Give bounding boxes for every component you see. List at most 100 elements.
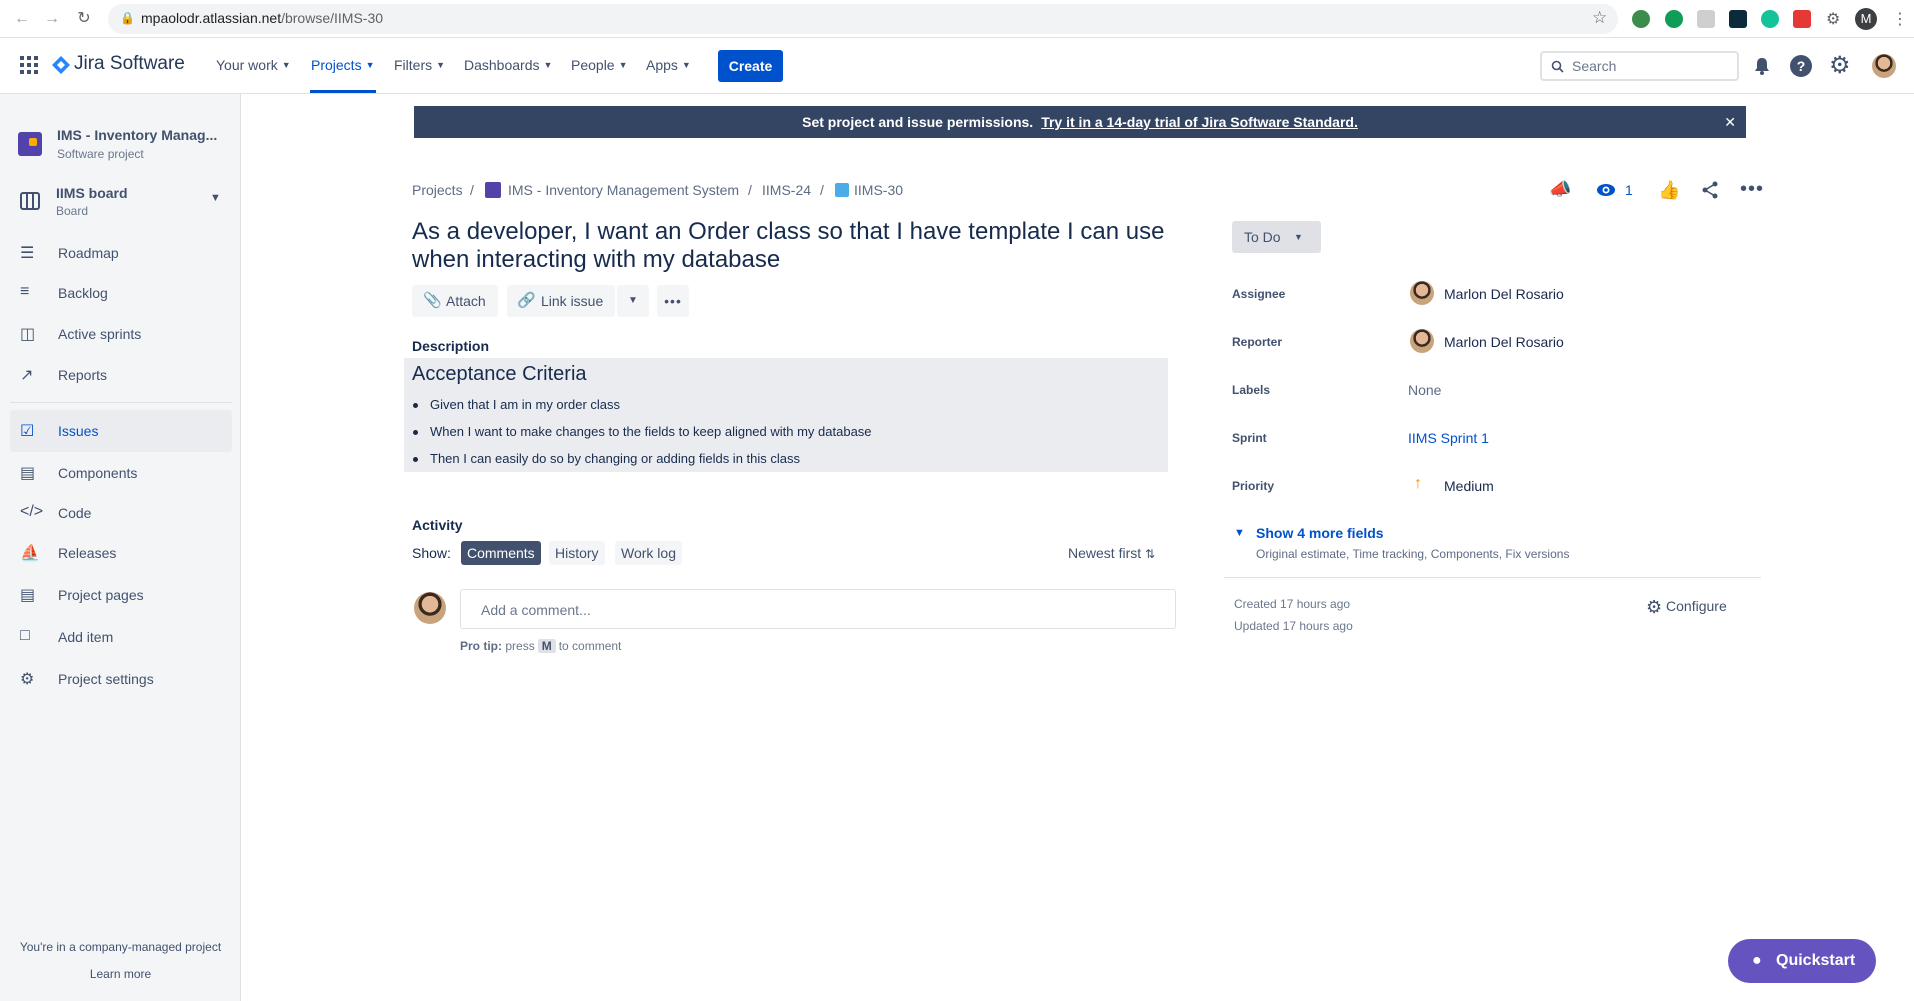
sidebar-item-label: Components <box>58 465 138 481</box>
description-content[interactable]: Acceptance Criteria Given that I am in m… <box>404 358 1168 472</box>
chevron-down-icon: ▼ <box>436 60 446 70</box>
vote-thumbs-up-icon[interactable]: 👍 <box>1658 180 1680 201</box>
link-issue-label: Link issue <box>541 293 604 309</box>
add-item-icon: □ <box>20 627 30 644</box>
create-button[interactable]: Create <box>718 50 783 82</box>
issue-title[interactable]: As a developer, I want an Order class so… <box>412 218 1172 274</box>
roadmap-icon: ☰ <box>20 245 35 262</box>
settings-gear-icon[interactable]: ⚙ <box>1829 51 1851 80</box>
banner-trial-link[interactable]: Try it in a 14-day trial of Jira Softwar… <box>1041 114 1358 130</box>
app-switcher-icon[interactable] <box>20 56 38 74</box>
browser-profile-avatar[interactable]: M <box>1855 8 1877 30</box>
project-avatar[interactable] <box>18 132 42 156</box>
nav-people[interactable]: People ▼ <box>571 57 628 73</box>
extension-globe-icon[interactable] <box>1632 10 1650 28</box>
extension-k-icon[interactable] <box>1697 10 1715 28</box>
sidebar-item-add-item[interactable]: □ Add item <box>10 616 232 658</box>
sidebar-item-roadmap[interactable]: ☰ Roadmap <box>10 232 232 274</box>
sort-icon: ⇅ <box>1145 547 1156 561</box>
sidebar-item-code[interactable]: </> Code <box>10 492 232 534</box>
user-avatar[interactable] <box>1872 54 1896 78</box>
extensions-puzzle-icon[interactable]: ⚙ <box>1826 9 1840 29</box>
chevron-down-icon: ▼ <box>281 60 291 70</box>
sort-order-button[interactable]: Newest first ⇅ <box>1068 545 1155 561</box>
show-more-fields-button[interactable]: Show 4 more fields <box>1256 525 1384 541</box>
project-name[interactable]: IMS - Inventory Manag... <box>57 127 217 143</box>
extension-leaf-icon[interactable] <box>1665 10 1683 28</box>
browser-menu-icon[interactable]: ⋮ <box>1892 9 1908 29</box>
extension-grammarly-icon[interactable] <box>1761 10 1779 28</box>
tab-comments[interactable]: Comments <box>461 541 541 565</box>
sprint-value[interactable]: IIMS Sprint 1 <box>1408 430 1489 446</box>
search-input[interactable]: Search <box>1540 51 1739 81</box>
sidebar-item-project-settings[interactable]: ⚙ Project settings <box>10 658 232 700</box>
help-icon[interactable]: ? <box>1790 55 1812 77</box>
sidebar-item-label: Code <box>58 505 92 521</box>
bookmark-star-icon[interactable]: ☆ <box>1592 8 1607 28</box>
tab-work-log[interactable]: Work log <box>615 541 682 565</box>
nav-your-work[interactable]: Your work ▼ <box>216 57 291 73</box>
attach-button[interactable]: 📎 Attach <box>412 285 498 317</box>
trial-banner: Set project and issue permissions. Try it… <box>414 106 1746 138</box>
releases-ship-icon: ⛵ <box>20 545 40 562</box>
chevron-down-icon: ▼ <box>210 192 221 204</box>
quickstart-button[interactable]: ● Quickstart <box>1728 939 1876 983</box>
lightbulb-icon: ● <box>1752 952 1762 969</box>
nav-dashboards-label: Dashboards <box>464 57 540 73</box>
notifications-bell-icon[interactable] <box>1752 56 1772 76</box>
breadcrumb-issue[interactable]: IIMS-30 <box>854 182 903 198</box>
forward-icon[interactable]: → <box>42 9 62 29</box>
nav-apps-label: Apps <box>646 57 678 73</box>
breadcrumb-parent[interactable]: IIMS-24 <box>762 182 811 198</box>
nav-dashboards[interactable]: Dashboards ▼ <box>464 57 552 73</box>
more-tools-button[interactable]: ••• <box>657 285 689 317</box>
sidebar-item-active-sprints[interactable]: ◫ Active sprints <box>10 313 232 355</box>
link-issue-button[interactable]: 🔗 Link issue <box>507 285 615 317</box>
board-switcher[interactable]: IIMS board Board ▼ <box>10 182 232 222</box>
chevron-down-icon: ▼ <box>365 60 375 70</box>
pro-tip-label: Pro tip: <box>460 639 502 653</box>
paperclip-icon: 📎 <box>423 292 442 309</box>
company-managed-note: You're in a company-managed project <box>19 940 222 954</box>
share-icon[interactable] <box>1701 181 1719 199</box>
status-dropdown[interactable]: To Do ▼ <box>1232 221 1321 253</box>
close-icon[interactable]: ✕ <box>1724 106 1736 138</box>
extension-shield-icon[interactable] <box>1793 10 1811 28</box>
sidebar-item-components[interactable]: ▤ Components <box>10 452 232 494</box>
extension-react-icon[interactable] <box>1729 10 1747 28</box>
list-item: Then I can easily do so by changing or a… <box>413 451 800 466</box>
comment-input[interactable]: Add a comment... <box>460 589 1176 629</box>
back-icon[interactable]: ← <box>12 9 32 29</box>
panel-divider <box>1224 577 1761 578</box>
project-avatar-small <box>485 182 501 198</box>
reload-icon[interactable]: ↻ <box>74 9 94 29</box>
more-actions-icon[interactable]: ••• <box>1740 178 1764 201</box>
product-name[interactable]: Jira Software <box>74 53 185 75</box>
labels-value[interactable]: None <box>1408 382 1441 398</box>
nav-filters[interactable]: Filters ▼ <box>394 57 445 73</box>
sidebar-item-reports[interactable]: ↗ Reports <box>10 354 232 396</box>
project-sidebar: IMS - Inventory Manag... Software projec… <box>0 94 241 1001</box>
nav-projects[interactable]: Projects ▼ <box>311 57 375 73</box>
link-issue-dropdown[interactable]: ▼ <box>617 285 649 317</box>
reporter-value[interactable]: Marlon Del Rosario <box>1444 334 1564 350</box>
tab-history[interactable]: History <box>549 541 605 565</box>
learn-more-link[interactable]: Learn more <box>0 967 241 981</box>
more-icon: ••• <box>664 293 682 309</box>
watch-eye-icon[interactable] <box>1596 183 1616 197</box>
nav-apps[interactable]: Apps ▼ <box>646 57 691 73</box>
feedback-megaphone-icon[interactable]: 📣 <box>1549 179 1571 200</box>
sidebar-item-backlog[interactable]: ≡ Backlog <box>10 272 232 314</box>
sidebar-item-releases[interactable]: ⛵ Releases <box>10 532 232 574</box>
breadcrumb-project[interactable]: IMS - Inventory Management System <box>508 182 739 198</box>
sidebar-item-issues[interactable]: ☑ Issues <box>10 410 232 452</box>
attach-label: Attach <box>446 293 486 309</box>
configure-button[interactable]: ⚙ Configure <box>1646 597 1727 618</box>
assignee-value[interactable]: Marlon Del Rosario <box>1444 286 1564 302</box>
priority-value[interactable]: Medium <box>1444 478 1494 494</box>
components-icon: ▤ <box>20 465 36 482</box>
sidebar-item-project-pages[interactable]: ▤ Project pages <box>10 574 232 616</box>
breadcrumb-separator: / <box>748 182 752 198</box>
breadcrumb-projects[interactable]: Projects <box>412 182 463 198</box>
jira-logo-icon[interactable] <box>52 56 70 74</box>
